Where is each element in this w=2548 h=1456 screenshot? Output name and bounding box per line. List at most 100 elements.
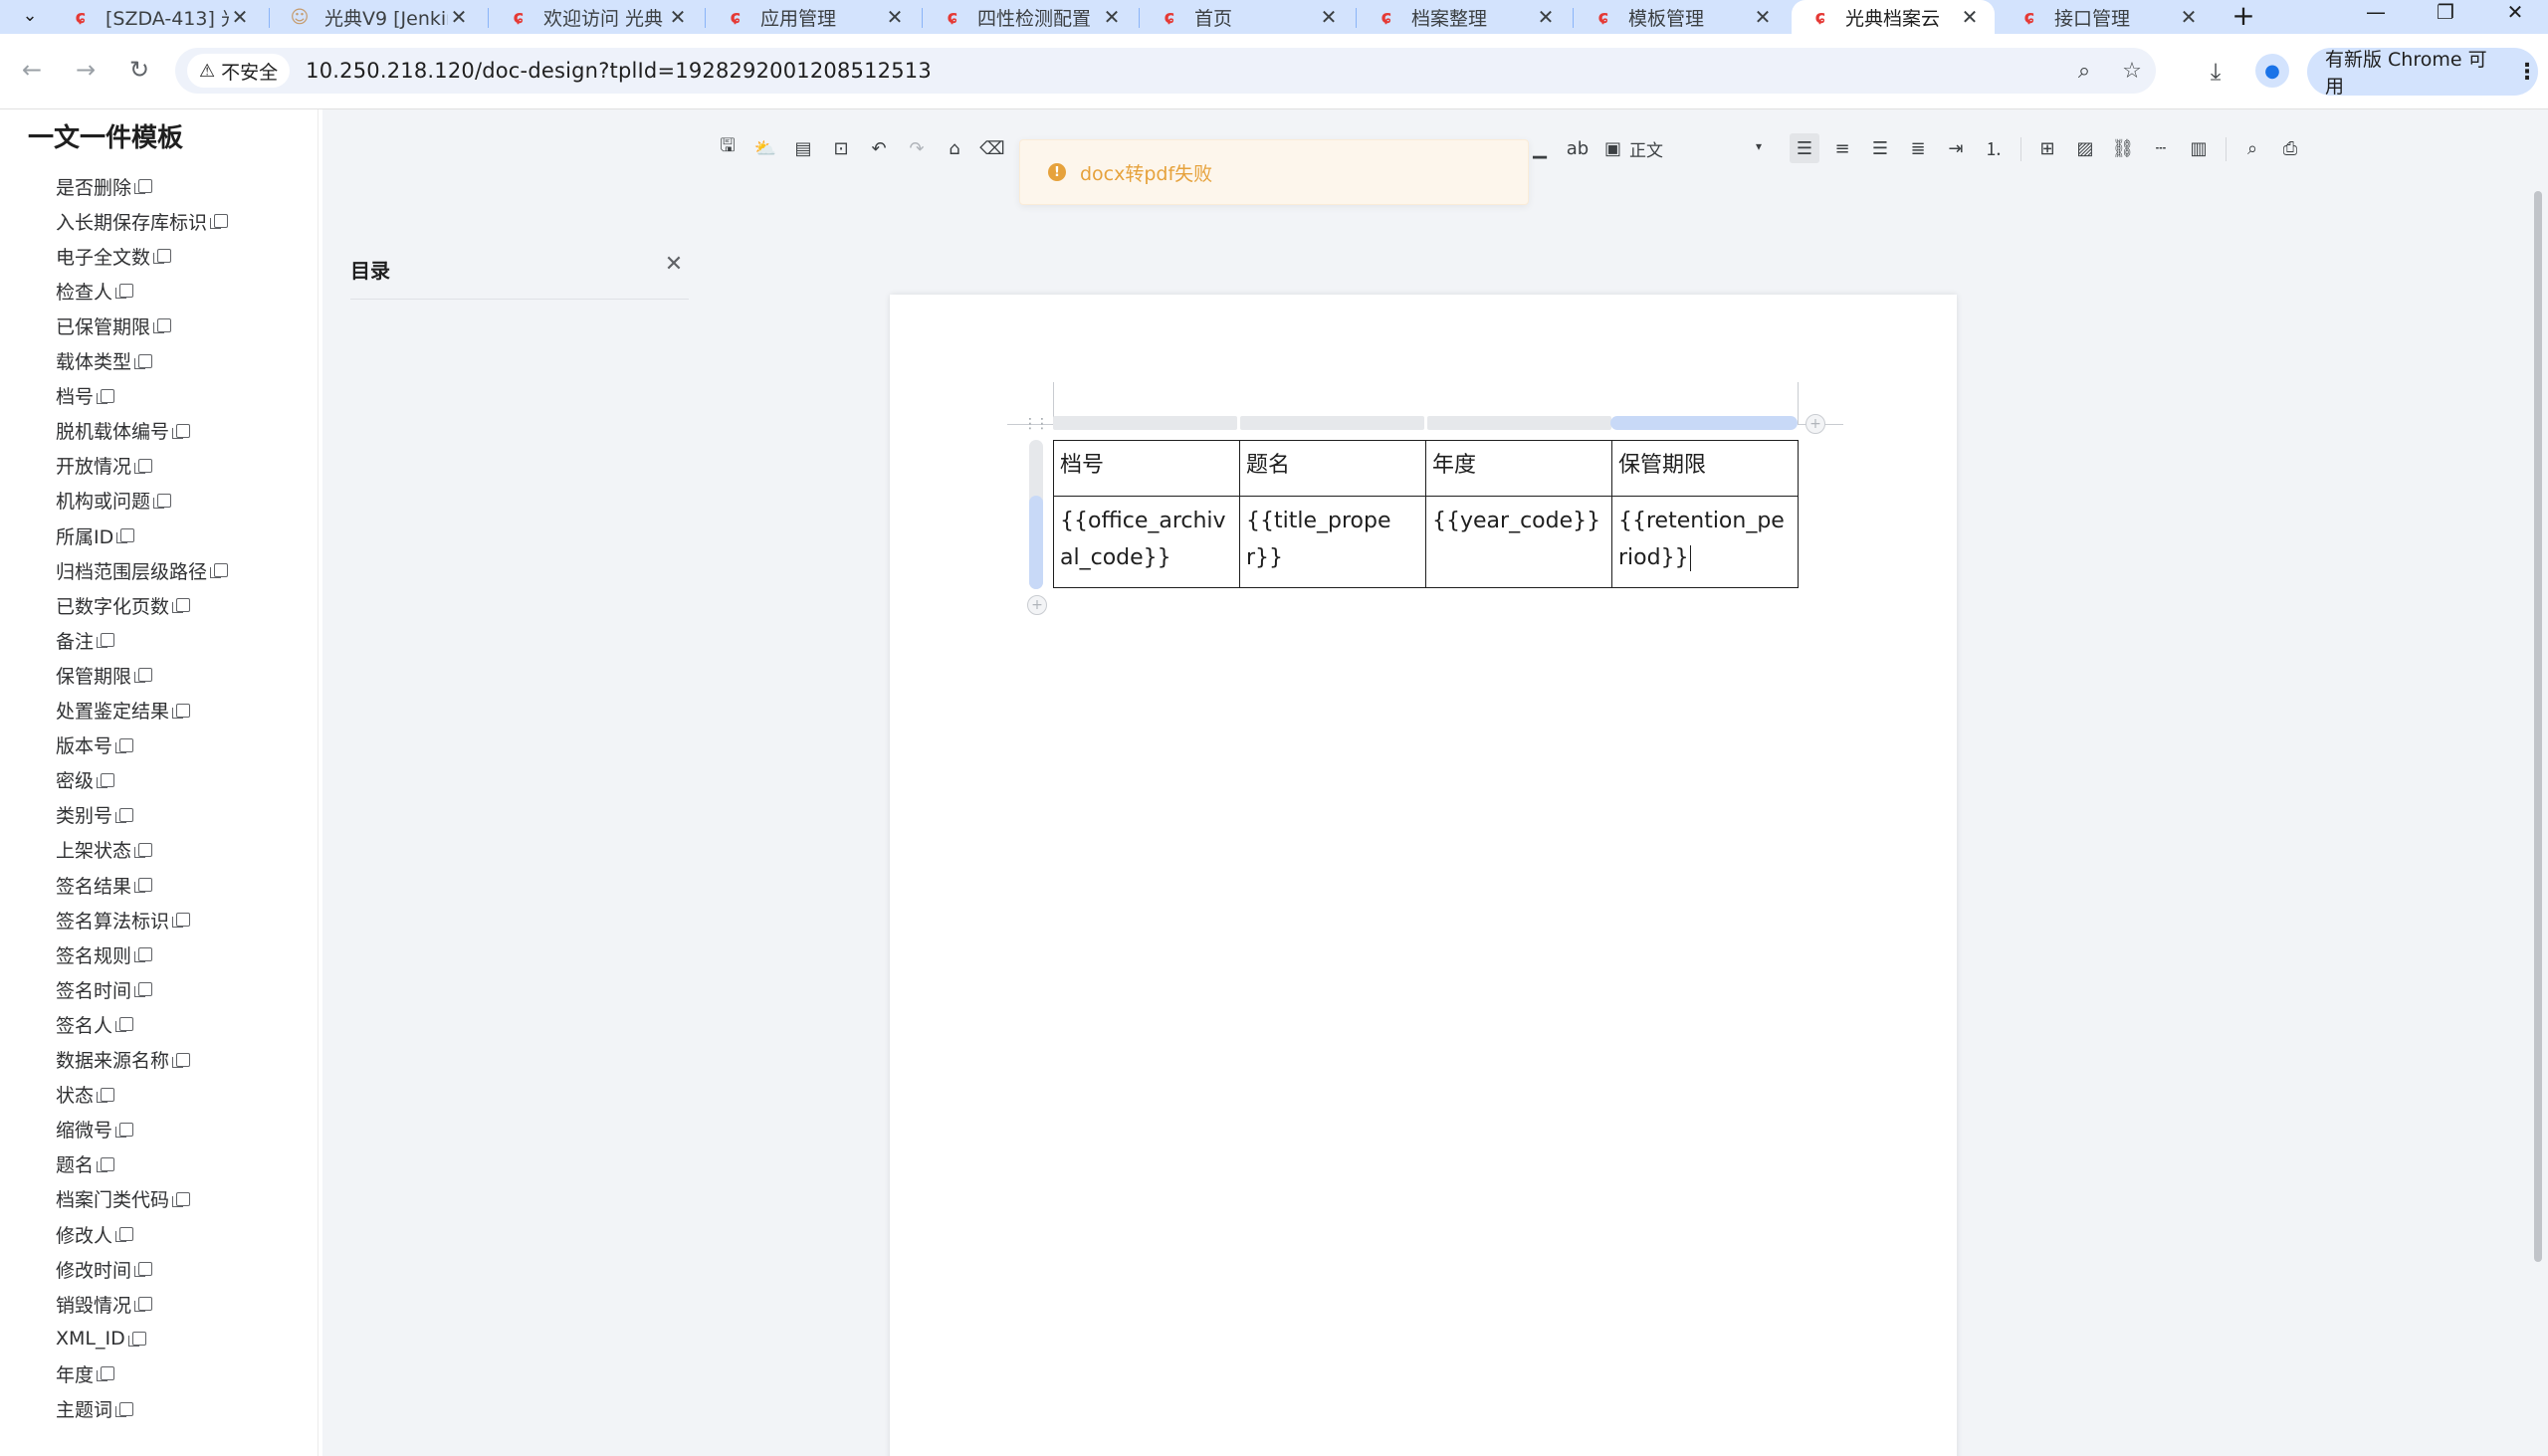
copy-icon[interactable] xyxy=(127,1332,146,1348)
field-item[interactable]: 版本号 xyxy=(56,730,134,760)
restore-icon[interactable]: ❐ xyxy=(2411,0,2480,24)
copy-icon[interactable] xyxy=(172,423,191,439)
tab-close-icon[interactable]: ✕ xyxy=(2178,5,2200,29)
copy-icon[interactable] xyxy=(115,284,134,300)
field-item[interactable]: 脱机载体编号 xyxy=(56,416,191,446)
copy-icon[interactable] xyxy=(97,1087,115,1103)
field-item[interactable]: 主题词 xyxy=(56,1394,134,1424)
indent-icon[interactable]: ⇥ xyxy=(1941,133,1971,163)
field-item[interactable]: 签名时间 xyxy=(56,974,153,1004)
bookmark-star-icon[interactable]: ☆ xyxy=(2108,59,2156,84)
download-icon[interactable]: ⤓ xyxy=(2198,54,2233,90)
copy-icon[interactable] xyxy=(115,1122,134,1138)
profile-avatar-icon[interactable]: ● xyxy=(2255,54,2289,88)
screenshot-icon[interactable]: ⊡ xyxy=(826,133,856,163)
tab-close-icon[interactable]: ✕ xyxy=(1959,5,1981,29)
tab-guangdian-archive-cloud[interactable]: ɕ 光典档案云 ✕ xyxy=(1792,0,1995,34)
tab-close-icon[interactable]: ✕ xyxy=(667,5,689,29)
field-item[interactable]: 已数字化页数 xyxy=(56,590,191,620)
field-item[interactable]: 年度 xyxy=(56,1358,115,1388)
format-painter-icon[interactable]: ⌂ xyxy=(940,133,969,163)
copy-icon[interactable] xyxy=(134,842,153,858)
window-close-icon[interactable]: ✕ xyxy=(2480,0,2548,24)
forward-arrow-icon[interactable]: → xyxy=(68,52,104,88)
tab-close-icon[interactable]: ✕ xyxy=(1101,5,1123,29)
address-bar[interactable]: ⚠ 不安全 10.250.218.120/doc-design?tplId=19… xyxy=(175,48,2156,94)
field-item[interactable]: 签名结果 xyxy=(56,870,153,900)
caret-down-icon[interactable]: ▾ xyxy=(1756,139,1762,153)
column-handle[interactable] xyxy=(1240,416,1424,430)
column-handle-selected[interactable] xyxy=(1610,416,1798,430)
separator-line-icon[interactable]: ┄ xyxy=(2146,133,2176,163)
tab-home[interactable]: ɕ 首页 ✕ xyxy=(1141,0,1354,34)
tab-template-management[interactable]: ɕ 模板管理 ✕ xyxy=(1575,0,1788,34)
copy-icon[interactable] xyxy=(97,772,115,788)
reload-icon[interactable]: ↻ xyxy=(121,52,157,88)
table-header-cell[interactable]: 题名 xyxy=(1239,440,1426,497)
field-item[interactable]: 类别号 xyxy=(56,800,134,830)
align-left-icon[interactable]: ☰ xyxy=(1790,133,1819,163)
copy-icon[interactable] xyxy=(134,947,153,963)
vertical-scrollbar[interactable] xyxy=(2534,191,2542,1262)
field-item[interactable]: 电子全文数 xyxy=(56,241,172,271)
chrome-update-button[interactable]: 有新版 Chrome 可用 ⋮ xyxy=(2307,48,2538,98)
undo-icon[interactable]: ↶ xyxy=(864,133,894,163)
field-item[interactable]: 缩微号 xyxy=(56,1115,134,1144)
security-chip[interactable]: ⚠ 不安全 xyxy=(187,54,291,88)
copy-icon[interactable] xyxy=(115,1017,134,1033)
tab-close-icon[interactable]: ✕ xyxy=(448,5,470,29)
table-cell[interactable]: {{title_proper}} xyxy=(1239,496,1426,588)
field-item[interactable]: 所属ID xyxy=(56,520,135,550)
table-header-cell[interactable]: 年度 xyxy=(1425,440,1612,497)
column-handle[interactable] xyxy=(1427,416,1611,430)
field-item[interactable]: 开放情况 xyxy=(56,451,153,481)
field-item[interactable]: 密级 xyxy=(56,765,115,795)
field-item[interactable]: 修改时间 xyxy=(56,1254,153,1284)
field-item[interactable]: 档案门类代码 xyxy=(56,1184,191,1214)
table-column-handles[interactable] xyxy=(1053,416,1800,430)
tab-close-icon[interactable]: ✕ xyxy=(884,5,906,29)
field-item[interactable]: 签名算法标识 xyxy=(56,905,191,935)
paragraph-style-select[interactable]: ▣ 正文 xyxy=(1604,133,1663,163)
back-arrow-icon[interactable]: ← xyxy=(14,52,50,88)
copy-icon[interactable] xyxy=(97,1156,115,1172)
copy-icon[interactable] xyxy=(172,1052,191,1068)
copy-icon[interactable] xyxy=(134,982,153,998)
tab-four-check-config[interactable]: ɕ 四性检测配置 ✕ xyxy=(924,0,1137,34)
field-item[interactable]: 备注 xyxy=(56,625,115,655)
copy-icon[interactable] xyxy=(115,1227,134,1242)
align-center-icon[interactable]: ≡ xyxy=(1827,133,1857,163)
table-cell[interactable]: {{year_code}} xyxy=(1425,496,1612,588)
search-icon[interactable]: ⌕ xyxy=(2237,133,2267,163)
table-drag-handle-icon[interactable]: ⋮⋮ xyxy=(1023,416,1049,432)
field-item[interactable]: 题名 xyxy=(56,1149,115,1179)
new-tab-plus-icon[interactable]: + xyxy=(2226,0,2261,32)
field-item[interactable]: 数据来源名称 xyxy=(56,1045,191,1075)
eraser-icon[interactable]: ⌫ xyxy=(977,133,1007,163)
table-row-handles[interactable] xyxy=(1029,440,1043,589)
field-item[interactable]: XML_ID xyxy=(56,1324,146,1353)
copy-icon[interactable] xyxy=(134,179,153,194)
tab-interface-management[interactable]: ɕ 接口管理 ✕ xyxy=(2001,0,2214,34)
copy-icon[interactable] xyxy=(134,1262,153,1278)
tab-app-management[interactable]: ɕ 应用管理 ✕ xyxy=(707,0,920,34)
copy-icon[interactable] xyxy=(97,633,115,649)
field-item[interactable]: 签名规则 xyxy=(56,939,153,969)
field-item[interactable]: 处置鉴定结果 xyxy=(56,696,191,726)
tab-close-icon[interactable]: ✕ xyxy=(1535,5,1557,29)
redo-icon[interactable]: ↷ xyxy=(902,133,932,163)
copy-icon[interactable] xyxy=(153,249,172,265)
save-icon[interactable]: 🖫 xyxy=(713,133,743,163)
copy-icon[interactable] xyxy=(115,807,134,823)
copy-icon[interactable] xyxy=(172,1191,191,1207)
copy-icon[interactable] xyxy=(172,913,191,929)
export-pdf-icon[interactable]: ▤ xyxy=(788,133,818,163)
table-cell-active[interactable]: {{retention_period}} xyxy=(1611,496,1799,588)
field-item[interactable]: 修改人 xyxy=(56,1219,134,1249)
copy-icon[interactable] xyxy=(172,703,191,719)
copy-icon[interactable] xyxy=(134,458,153,474)
print-icon[interactable]: ⎙ xyxy=(2275,133,2305,163)
table-cell[interactable]: {{office_archival_code}} xyxy=(1053,496,1240,588)
tab-search-chevron-icon[interactable]: ⌄ xyxy=(14,0,46,30)
copy-icon[interactable] xyxy=(153,493,172,509)
